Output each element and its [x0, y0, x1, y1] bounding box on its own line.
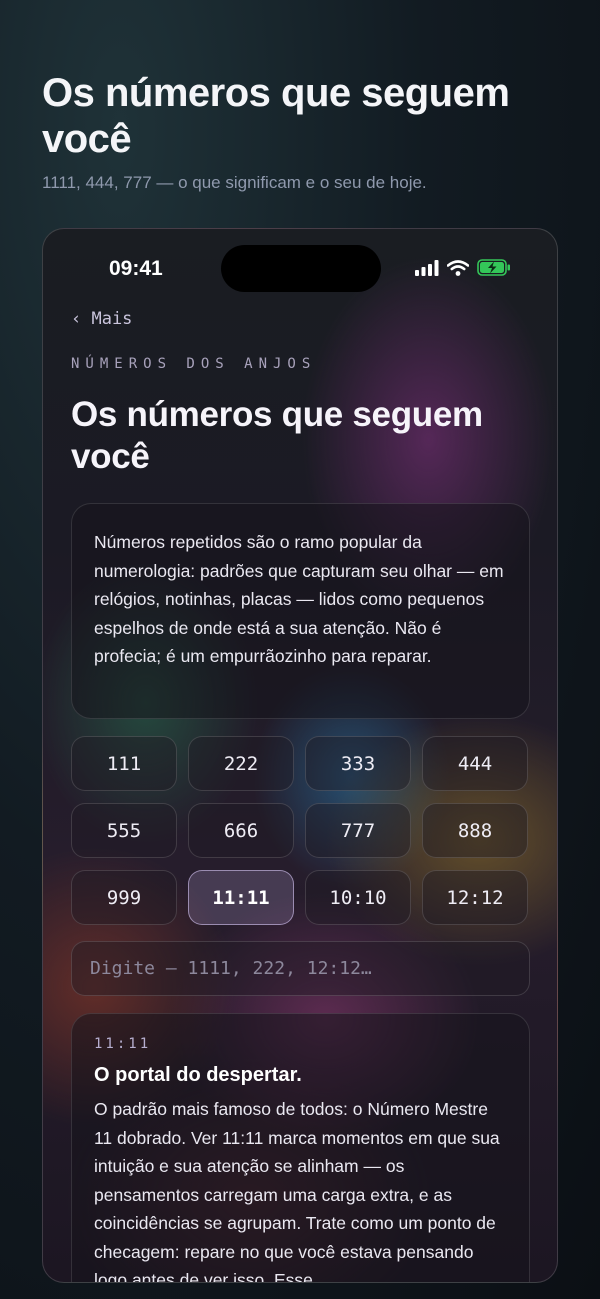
meaning-body: O padrão mais famoso de todos: o Número …	[94, 1099, 500, 1283]
section-label: NÚMEROS DOS ANJOS	[71, 356, 317, 372]
page-title: Os números que seguem você	[42, 71, 510, 161]
intro-card: Números repetidos são o ramo popular da …	[71, 503, 530, 719]
number-button-333[interactable]: 333	[305, 736, 411, 791]
number-button-555[interactable]: 555	[71, 803, 177, 858]
number-button-1010[interactable]: 10:10	[305, 870, 411, 925]
phone-frame: 09:41 ‹ Mais NÚMEROS DOS ANJOS Os número…	[42, 228, 558, 1283]
number-button-444[interactable]: 444	[422, 736, 528, 791]
number-button-222[interactable]: 222	[188, 736, 294, 791]
number-button-1212[interactable]: 12:12	[422, 870, 528, 925]
battery-charging-icon	[477, 259, 510, 276]
number-button-1111[interactable]: 11:11	[188, 870, 294, 925]
wifi-icon	[447, 259, 469, 276]
number-button-111[interactable]: 111	[71, 736, 177, 791]
status-icons	[415, 259, 511, 276]
status-bar: 09:41	[43, 229, 557, 309]
number-button-888[interactable]: 888	[422, 803, 528, 858]
signal-icon	[415, 259, 439, 276]
meaning-card: 11:11 O portal do despertar. O padrão ma…	[71, 1013, 530, 1283]
intro-text: Números repetidos são o ramo popular da …	[94, 532, 504, 666]
meaning-title: O portal do despertar.	[94, 1064, 302, 1086]
numbers-grid: 111 222 333 444 555 666 777 888 999 11:1…	[71, 736, 530, 925]
page-subtitle: 1111, 444, 777 — o que significam e o se…	[42, 173, 427, 192]
number-search-input[interactable]	[71, 941, 530, 996]
screen-title: Os números que seguem você	[71, 395, 483, 476]
status-time: 09:41	[109, 257, 163, 280]
number-button-666[interactable]: 666	[188, 803, 294, 858]
number-button-999[interactable]: 999	[71, 870, 177, 925]
dynamic-island	[221, 245, 381, 292]
number-button-777[interactable]: 777	[305, 803, 411, 858]
meaning-code: 11:11	[94, 1036, 152, 1052]
back-button[interactable]: ‹ Mais	[71, 309, 132, 329]
